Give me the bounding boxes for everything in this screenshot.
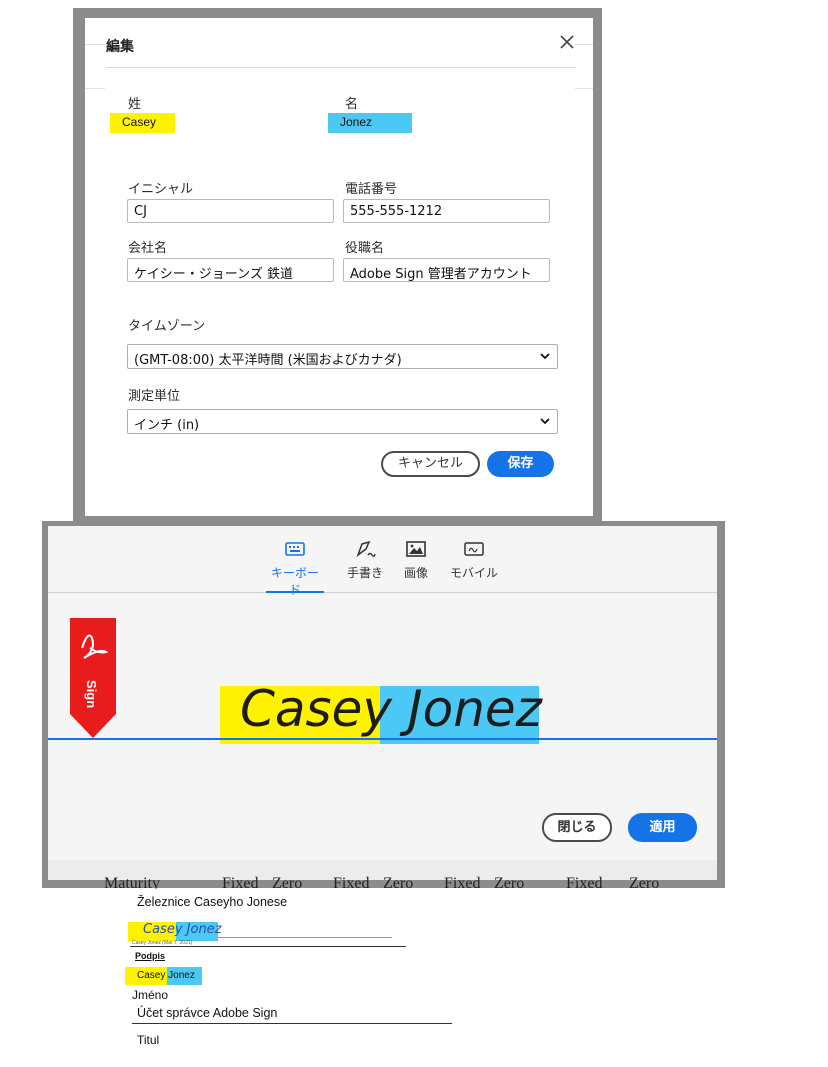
doc-name-first: Casey [137, 970, 166, 981]
tab-handwrite[interactable]: 手書き [344, 540, 386, 581]
signature-rule [130, 946, 406, 947]
bleed-word: Zero [494, 875, 525, 889]
doc-name-last: Jonez [168, 970, 195, 981]
tab-keyboard[interactable]: キーボード [266, 540, 324, 598]
initials-field[interactable]: CJ [127, 199, 334, 223]
title-value: Účet správce Adobe Sign [137, 1006, 278, 1020]
job-title-field[interactable]: Adobe Sign 管理者アカウント [343, 258, 550, 282]
background-divider [85, 44, 105, 45]
bleed-word: Zero [383, 875, 414, 889]
bleed-word: Fixed [444, 875, 481, 889]
signature-first: Casey [240, 680, 392, 738]
bleed-word: Fixed [566, 875, 603, 889]
signature-last: Jonez [407, 680, 542, 738]
timezone-label: タイムゾーン [128, 319, 206, 334]
bleed-word: Zero [629, 875, 660, 889]
tab-handwrite-label: 手書き [346, 566, 383, 580]
image-icon [406, 541, 426, 557]
background-divider [575, 44, 593, 45]
dialog-title: 編集 [106, 39, 134, 55]
job-title-label: 役職名 [345, 241, 385, 256]
close-button[interactable]: 閉じる [542, 813, 612, 842]
title-rule [132, 1023, 452, 1024]
phone-label: 電話番号 [345, 182, 398, 197]
doc-signature-first: Casey [143, 922, 183, 937]
badge-text: Sign [84, 680, 99, 708]
tab-mobile-label: モバイル [449, 566, 498, 580]
background-divider [85, 88, 105, 89]
last-name-value: Casey [110, 113, 175, 133]
chevron-down-icon [540, 418, 550, 425]
first-name-label: 名 [345, 97, 359, 112]
bleed-word: Zero [272, 875, 303, 889]
pen-icon [356, 540, 376, 558]
first-name-value: Jonez [328, 113, 412, 133]
bleed-word: Maturity [104, 875, 160, 889]
keyboard-icon [285, 542, 305, 556]
title-label: Titul [137, 1033, 160, 1047]
units-label: 測定単位 [128, 389, 181, 404]
signature-label: Podpis [135, 951, 166, 961]
initials-label: イニシャル [128, 182, 194, 197]
name-label: Jméno [132, 988, 169, 1002]
tab-image[interactable]: 画像 [402, 540, 430, 581]
bleed-through-table-header: Maturity Fixed Zero Fixed Zero Fixed Zer… [104, 875, 704, 889]
background-divider [575, 88, 593, 89]
close-icon[interactable] [558, 33, 576, 51]
bleed-word: Fixed [333, 875, 370, 889]
save-button[interactable]: 保存 [487, 451, 554, 477]
units-select[interactable]: インチ (in) [127, 409, 558, 434]
doc-signature-last: Jonez [186, 922, 222, 937]
company-line: Železnice Caseyho Jonese [137, 895, 288, 909]
doc-signature-underline [218, 937, 392, 938]
units-value: インチ (in) [134, 418, 200, 433]
doc-signature: Casey Jonez [143, 922, 222, 937]
company-label: 会社名 [128, 241, 168, 256]
timezone-value: (GMT-08:00) 太平洋時間 (米国およびカナダ) [134, 353, 402, 368]
tabs-divider [48, 592, 717, 593]
cancel-button[interactable]: キャンセル [381, 451, 480, 477]
active-tab-indicator [266, 591, 324, 593]
signature-baseline [48, 738, 717, 740]
bleed-word: Fixed [222, 875, 259, 889]
dialog-header-divider [106, 67, 576, 68]
tab-image-label: 画像 [403, 566, 428, 580]
timezone-select[interactable]: (GMT-08:00) 太平洋時間 (米国およびカナダ) [127, 344, 558, 369]
last-name-label: 姓 [128, 97, 142, 112]
chevron-down-icon [540, 353, 550, 360]
apply-button[interactable]: 適用 [628, 813, 697, 842]
adobe-sign-badge: Sign [70, 618, 116, 738]
typed-signature[interactable]: Casey Jonez [240, 680, 542, 738]
mobile-icon [464, 542, 484, 556]
tab-mobile[interactable]: モバイル [449, 540, 499, 581]
doc-name: Casey Jonez [137, 970, 195, 981]
phone-field[interactable]: 555-555-1212 [343, 199, 550, 223]
company-field[interactable]: ケイシー・ジョーンズ 鉄道 [127, 258, 334, 282]
